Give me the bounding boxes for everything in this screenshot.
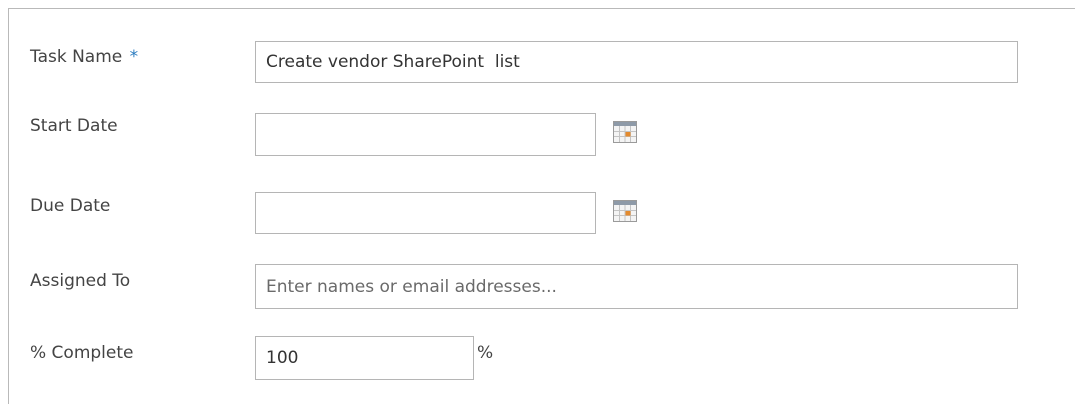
start-date-label: Start Date (30, 116, 118, 136)
calendar-icon[interactable] (613, 121, 637, 143)
task-name-label: Task Name * (30, 47, 138, 67)
calendar-icon[interactable] (613, 200, 637, 222)
due-date-input[interactable] (255, 192, 596, 234)
percent-complete-label: % Complete (30, 343, 134, 363)
assigned-to-input[interactable] (255, 264, 1018, 309)
percent-unit: % (477, 343, 494, 363)
required-marker: * (129, 47, 139, 67)
percent-complete-input[interactable] (255, 336, 474, 380)
due-date-label: Due Date (30, 196, 111, 216)
task-name-input[interactable] (255, 41, 1018, 83)
task-name-label-text: Task Name (30, 47, 123, 67)
start-date-input[interactable] (255, 113, 596, 156)
assigned-to-label: Assigned To (30, 271, 131, 291)
